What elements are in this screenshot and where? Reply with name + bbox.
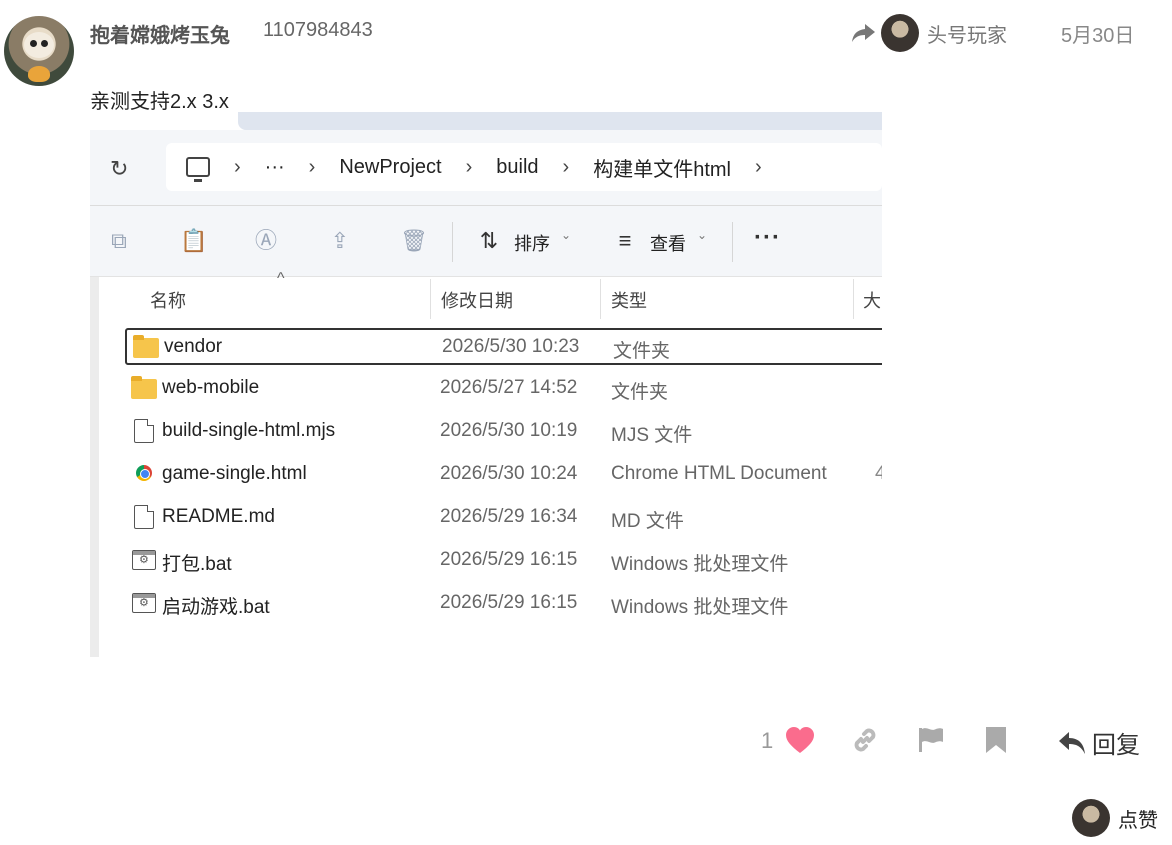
file-type: Windows 批处理文件 xyxy=(611,554,789,575)
copy-icon: ⧉ xyxy=(111,228,127,253)
chevron-right-icon: › xyxy=(234,155,241,178)
divider xyxy=(732,222,733,262)
chevron-right-icon: › xyxy=(465,155,473,178)
file-type: MD 文件 xyxy=(611,511,684,532)
divider xyxy=(90,276,882,277)
file-icon xyxy=(131,505,154,529)
post-date[interactable]: 5月30日 xyxy=(1061,19,1134,48)
file-row: README.md 2026/5/29 16:34 MD 文件 xyxy=(125,500,882,537)
address-breadcrumb: › ··· › NewProject › build › 构建单文件html › xyxy=(166,143,882,191)
file-date: 2026/5/29 16:34 xyxy=(440,506,578,527)
flag-icon[interactable] xyxy=(917,726,945,759)
share-icon: ⇪ xyxy=(330,228,350,253)
rename-icon: Ⓐ xyxy=(254,228,277,253)
refresh-icon: ↻ xyxy=(110,156,129,181)
sort-ascending-icon: ^ xyxy=(277,270,285,287)
attached-screenshot[interactable]: ↻ › ··· › NewProject › build › 构建单文件html… xyxy=(90,112,882,657)
heart-icon[interactable] xyxy=(785,726,815,759)
file-row: game-single.html 2026/5/30 10:24 Chrome … xyxy=(125,457,882,494)
column-divider xyxy=(600,279,601,319)
explorer-toolbar: ⧉ 📋 Ⓐ ⇪ 🗑 ⇅ 排序 ⌄ ≡ 查看 ⌄ ··· xyxy=(90,206,882,276)
reply-icon xyxy=(1059,731,1085,754)
liked-by-label: 点赞 xyxy=(1118,809,1158,832)
reply-button[interactable]: 回复 xyxy=(1058,725,1140,760)
column-header-size: 大 xyxy=(863,291,881,311)
column-divider xyxy=(430,279,431,319)
bookmark-icon[interactable] xyxy=(985,726,1007,759)
batch-file-icon xyxy=(131,593,156,613)
view-icon: ≡ xyxy=(618,228,632,253)
file-name: build-single-html.mjs xyxy=(162,420,336,441)
author-avatar[interactable] xyxy=(4,16,74,86)
author-user-id: 1107984843 xyxy=(263,19,373,41)
more-options-icon: ··· xyxy=(754,224,781,251)
reply-to-avatar[interactable] xyxy=(881,14,919,52)
file-row: vendor 2026/5/30 10:23 文件夹 xyxy=(125,328,882,365)
chevron-right-icon: › xyxy=(755,155,762,178)
column-divider xyxy=(853,279,854,319)
reply-to-username[interactable]: 头号玩家 xyxy=(927,19,1007,48)
file-type: 文件夹 xyxy=(613,341,671,362)
browser-tab-edge xyxy=(238,112,882,130)
column-header-name: 名称 xyxy=(150,291,186,311)
file-type: MJS 文件 xyxy=(611,425,693,446)
folder-icon xyxy=(131,376,157,399)
file-name: 启动游戏.bat xyxy=(162,597,270,618)
monitor-icon xyxy=(186,157,210,182)
breadcrumb-item: NewProject xyxy=(339,155,442,178)
file-name: game-single.html xyxy=(162,463,307,484)
file-row: 打包.bat 2026/5/29 16:15 Windows 批处理文件 xyxy=(125,543,882,580)
divider xyxy=(452,222,453,262)
file-type: Windows 批处理文件 xyxy=(611,597,789,618)
delete-icon: 🗑 xyxy=(400,228,428,253)
file-name: vendor xyxy=(164,336,223,357)
file-name: 打包.bat xyxy=(162,554,232,575)
like-count[interactable]: 1 xyxy=(761,728,773,754)
file-name: web-mobile xyxy=(162,377,260,398)
file-date: 2026/5/29 16:15 xyxy=(440,549,578,570)
breadcrumb-item: 构建单文件html xyxy=(593,158,731,181)
avatar-flame xyxy=(28,66,50,82)
file-date: 2026/5/27 14:52 xyxy=(440,377,578,398)
column-header-date: 修改日期 xyxy=(441,291,513,311)
reply-label: 回复 xyxy=(1092,732,1140,759)
file-date: 2026/5/30 10:19 xyxy=(440,420,578,441)
file-row: build-single-html.mjs 2026/5/30 10:19 MJ… xyxy=(125,414,882,451)
file-row: web-mobile 2026/5/27 14:52 文件夹 xyxy=(125,371,882,408)
file-date: 2026/5/29 16:15 xyxy=(440,592,578,613)
chevron-down-icon: ⌄ xyxy=(697,228,708,242)
breadcrumb-item: build xyxy=(496,155,539,178)
chevron-right-icon: › xyxy=(562,155,570,178)
sort-icon: ⇅ xyxy=(479,228,499,253)
file-type: Chrome HTML Document xyxy=(611,463,827,484)
link-icon[interactable] xyxy=(851,726,879,759)
breadcrumb-ellipsis: ··· xyxy=(264,155,285,178)
chevron-right-icon: › xyxy=(308,155,316,178)
navigation-pane-edge xyxy=(90,277,99,657)
chevron-down-icon: ⌄ xyxy=(561,228,572,242)
post-body-text: 亲测支持2.x 3.x xyxy=(90,91,229,113)
sort-label: 排序 xyxy=(514,234,550,254)
file-date: 2026/5/30 10:23 xyxy=(442,336,580,357)
liked-by[interactable]: 点赞 xyxy=(1072,799,1158,837)
paste-icon: 📋 xyxy=(180,228,208,253)
file-type: 文件夹 xyxy=(611,382,669,403)
reply-arrow-icon xyxy=(851,22,877,44)
file-name: README.md xyxy=(162,506,275,527)
liker-avatar[interactable] xyxy=(1072,799,1110,837)
batch-file-icon xyxy=(131,550,156,570)
author-username[interactable]: 抱着嫦娥烤玉兔 xyxy=(90,19,230,48)
view-label: 查看 xyxy=(650,234,686,254)
avatar-eye xyxy=(41,40,48,47)
avatar-eye xyxy=(30,40,37,47)
file-icon xyxy=(131,419,154,443)
avatar-face xyxy=(24,32,54,58)
file-date: 2026/5/30 10:24 xyxy=(440,463,578,484)
chrome-icon xyxy=(131,465,152,481)
file-size: 4 xyxy=(875,463,882,484)
reply-to-indicator[interactable]: 头号玩家 xyxy=(851,14,1007,52)
column-header-type: 类型 xyxy=(611,291,647,311)
file-row: 启动游戏.bat 2026/5/29 16:15 Windows 批处理文件 xyxy=(125,586,882,623)
folder-icon xyxy=(133,335,159,358)
